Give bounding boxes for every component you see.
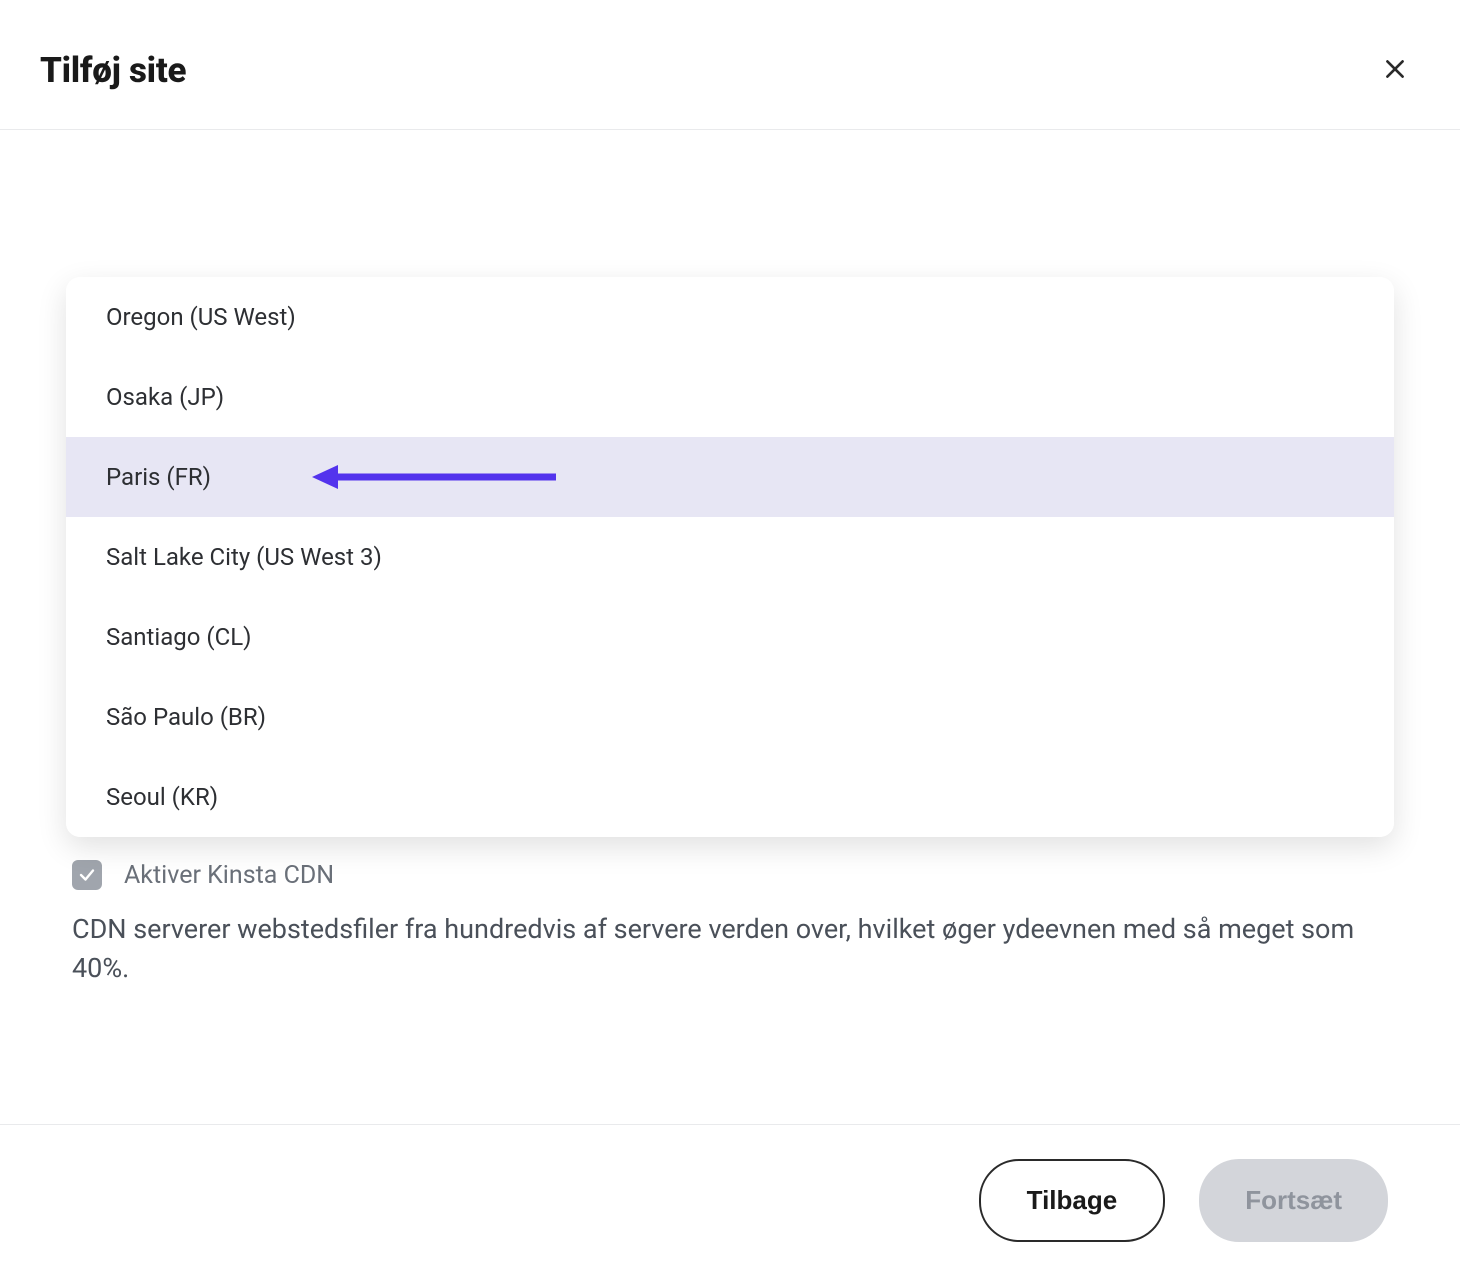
datacenter-dropdown[interactable]: Oregon (US West) Osaka (JP) Paris (FR) S… <box>66 277 1394 837</box>
continue-button[interactable]: Fortsæt <box>1199 1159 1388 1242</box>
dropdown-option-label: Salt Lake City (US West 3) <box>106 543 382 571</box>
cdn-checkbox[interactable] <box>72 860 102 890</box>
cdn-section: Aktiver Kinsta CDN CDN serverer websteds… <box>72 860 1388 988</box>
dropdown-option-paris[interactable]: Paris (FR) <box>66 437 1394 517</box>
checkmark-icon <box>78 866 96 884</box>
arrow-annotation-icon <box>312 463 556 491</box>
cdn-description: CDN serverer webstedsfiler fra hundredvi… <box>72 910 1388 988</box>
dropdown-option-label: Osaka (JP) <box>106 383 224 411</box>
back-button[interactable]: Tilbage <box>979 1159 1166 1242</box>
dropdown-option-label: Paris (FR) <box>106 463 211 491</box>
dropdown-option-label: Seoul (KR) <box>106 783 218 811</box>
close-icon <box>1382 56 1408 82</box>
cdn-checkbox-row: Aktiver Kinsta CDN <box>72 860 1388 890</box>
dialog-header: Tilføj site <box>0 0 1460 130</box>
dropdown-option-osaka[interactable]: Osaka (JP) <box>66 357 1394 437</box>
close-button[interactable] <box>1378 52 1412 89</box>
dialog-footer: Tilbage Fortsæt <box>0 1124 1460 1276</box>
cdn-checkbox-label: Aktiver Kinsta CDN <box>124 861 334 890</box>
dropdown-option-label: São Paulo (BR) <box>106 703 266 731</box>
dropdown-option-label: Oregon (US West) <box>106 303 296 331</box>
dropdown-option-santiago[interactable]: Santiago (CL) <box>66 597 1394 677</box>
dropdown-option-oregon[interactable]: Oregon (US West) <box>66 277 1394 357</box>
dropdown-option-label: Santiago (CL) <box>106 623 252 651</box>
page-title: Tilføj site <box>40 50 186 91</box>
dropdown-option-sao-paulo[interactable]: São Paulo (BR) <box>66 677 1394 757</box>
dropdown-option-seoul[interactable]: Seoul (KR) <box>66 757 1394 837</box>
dropdown-option-salt-lake-city[interactable]: Salt Lake City (US West 3) <box>66 517 1394 597</box>
